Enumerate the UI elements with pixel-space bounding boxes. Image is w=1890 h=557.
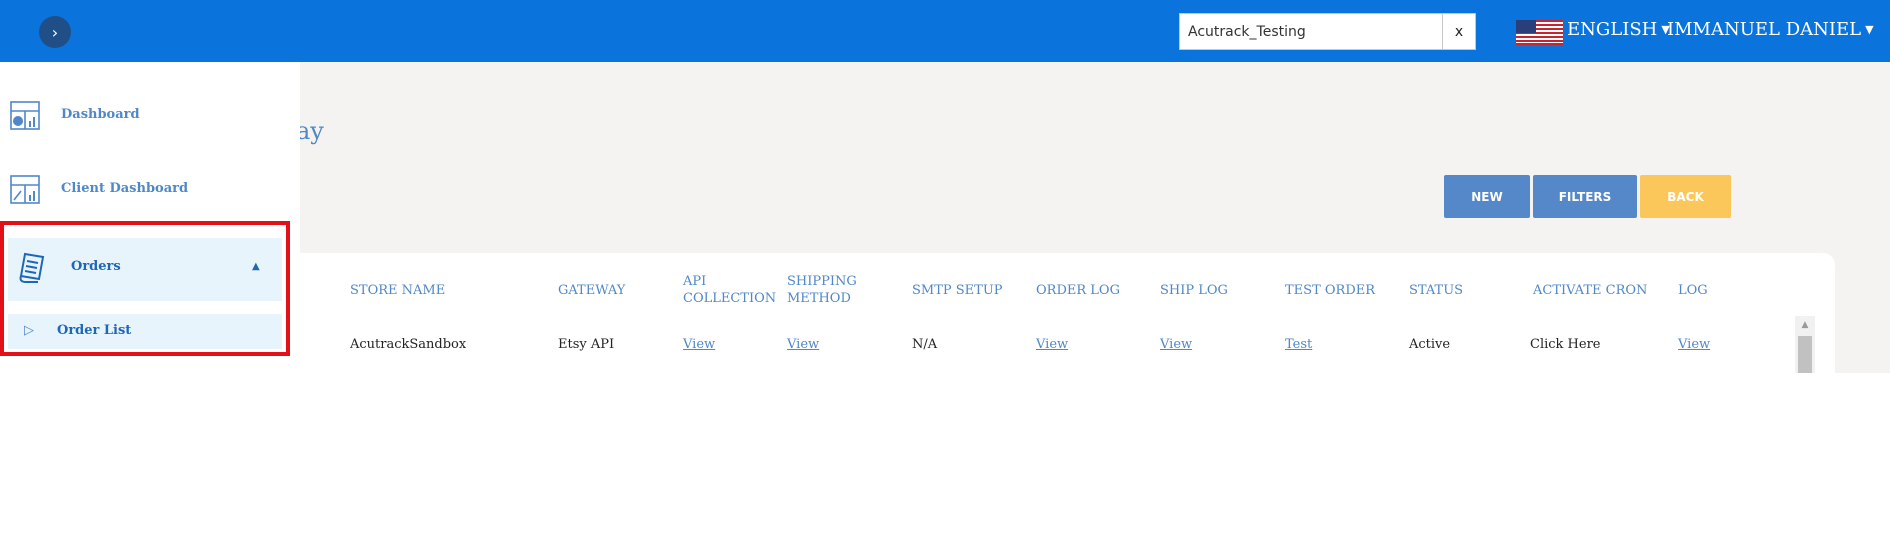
sidebar-subitem-order-list[interactable]: ▷ Order List: [8, 314, 282, 349]
header-ship-log: SHIP LOG: [1160, 283, 1228, 298]
header-gateway: GATEWAY: [558, 283, 626, 298]
cell-gateway: Etsy API: [558, 337, 615, 352]
shipping-method-view-link[interactable]: View: [787, 337, 819, 352]
us-flag-icon: [1516, 20, 1563, 45]
sidebar-toggle-button[interactable]: ›: [39, 16, 71, 48]
header-store-name: STORE NAME: [350, 283, 446, 298]
api-collection-view-link[interactable]: View: [683, 337, 715, 352]
sidebar: Dashboard Client Dashboard Orders ▲ ▷ Or…: [0, 62, 300, 373]
caret-up-icon[interactable]: ▲: [252, 261, 260, 272]
scrollbar-thumb[interactable]: [1798, 336, 1812, 373]
header-log: LOG: [1678, 283, 1708, 298]
store-search: x: [1179, 13, 1476, 50]
scroll-up-arrow-icon[interactable]: ▲: [1795, 320, 1815, 330]
ship-log-view-link[interactable]: View: [1160, 337, 1192, 352]
orders-menu-group: Orders ▲ ▷ Order List: [0, 221, 290, 356]
orders-icon: [19, 252, 45, 283]
stores-table: STORE NAME GATEWAY API COLLECTION SHIPPI…: [250, 253, 1835, 373]
sidebar-subitem-label: Order List: [57, 323, 132, 338]
play-outline-icon: ▷: [24, 323, 34, 338]
sidebar-item-client-dashboard[interactable]: Client Dashboard: [0, 170, 300, 210]
header-smtp-setup: SMTP SETUP: [912, 283, 1003, 298]
order-log-view-link[interactable]: View: [1036, 337, 1068, 352]
cell-status: Active: [1409, 337, 1451, 352]
top-navbar: › x ENGLISH ▼ IMMANUEL DANIEL ▼: [0, 0, 1890, 62]
sidebar-item-label: Orders: [71, 259, 121, 274]
table-scrollbar[interactable]: ▲: [1795, 316, 1815, 373]
activate-cron-link[interactable]: Click Here: [1530, 337, 1601, 352]
test-order-link[interactable]: Test: [1285, 337, 1312, 352]
log-view-link[interactable]: View: [1678, 337, 1710, 352]
sidebar-item-orders[interactable]: Orders ▲: [8, 238, 282, 301]
cell-smtp-setup: N/A: [912, 337, 938, 352]
sidebar-item-dashboard[interactable]: Dashboard: [0, 96, 300, 136]
sidebar-item-label: Dashboard: [61, 107, 140, 122]
language-selector[interactable]: ENGLISH ▼: [1567, 19, 1670, 40]
user-name: IMMANUEL DANIEL: [1667, 19, 1862, 40]
client-dashboard-icon: [10, 175, 40, 204]
language-label: ENGLISH: [1567, 19, 1658, 40]
header-shipping-method: SHIPPING METHOD: [787, 274, 857, 306]
page-title: ay: [296, 117, 324, 145]
header-activate-cron: ACTIVATE CRON: [1533, 283, 1648, 298]
back-button[interactable]: BACK: [1640, 175, 1731, 218]
filters-button[interactable]: FILTERS: [1533, 175, 1637, 218]
header-order-log: ORDER LOG: [1036, 283, 1120, 298]
header-test-order: TEST ORDER: [1285, 283, 1376, 298]
caret-down-icon: ▼: [1865, 23, 1874, 36]
dashboard-icon: [10, 101, 40, 130]
cell-store-name: AcutrackSandbox: [350, 337, 467, 352]
sidebar-item-label: Client Dashboard: [61, 181, 189, 196]
store-search-input[interactable]: [1180, 14, 1442, 49]
header-status: STATUS: [1409, 283, 1464, 298]
header-api-collection: API COLLECTION: [683, 274, 777, 306]
chevron-right-icon: ›: [51, 22, 59, 42]
new-button[interactable]: NEW: [1444, 175, 1530, 218]
search-clear-button[interactable]: x: [1442, 14, 1475, 49]
user-menu[interactable]: IMMANUEL DANIEL ▼: [1667, 19, 1874, 40]
